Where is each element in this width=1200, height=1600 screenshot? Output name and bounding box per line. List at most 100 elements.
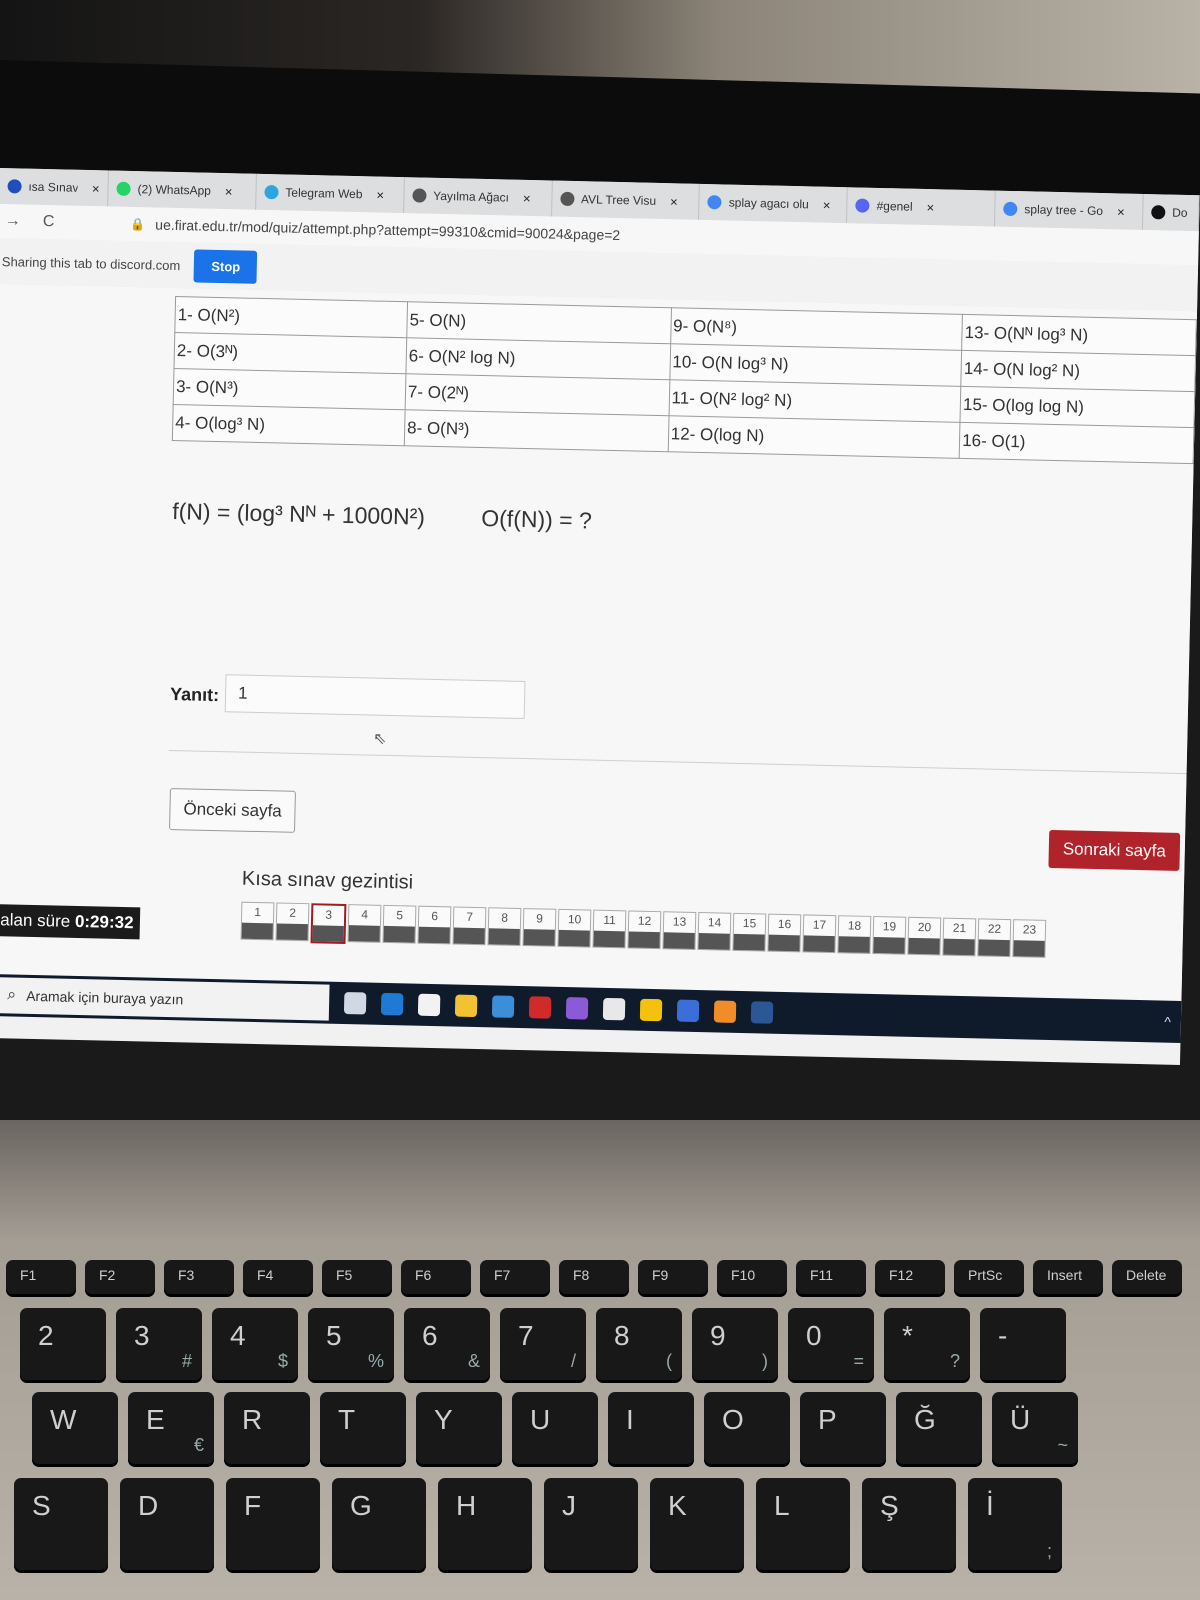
store-icon[interactable] bbox=[417, 993, 441, 1017]
key-3[interactable]: R bbox=[224, 1392, 310, 1464]
stop-sharing-button[interactable]: Stop bbox=[193, 248, 258, 284]
refresh-key[interactable]: F5 bbox=[322, 1260, 392, 1294]
browser-tab[interactable]: AVL Tree Visu × bbox=[551, 180, 701, 220]
word-icon[interactable] bbox=[750, 1001, 774, 1024]
chrome-icon[interactable] bbox=[639, 998, 663, 1022]
question-nav-button[interactable]: 4 bbox=[347, 904, 382, 943]
question-nav-button[interactable]: 11 bbox=[592, 909, 627, 949]
question-nav-button[interactable]: 15 bbox=[732, 912, 767, 952]
record-icon[interactable] bbox=[528, 996, 552, 1019]
question-nav-button[interactable]: 21 bbox=[942, 917, 977, 957]
reload-icon[interactable]: C bbox=[43, 213, 55, 231]
key-3[interactable]: F bbox=[226, 1478, 320, 1570]
key-7[interactable]: 8( bbox=[596, 1308, 682, 1380]
browser-tab[interactable]: Do bbox=[1142, 193, 1200, 232]
camera-key[interactable]: F8 bbox=[559, 1260, 629, 1294]
close-icon[interactable]: × bbox=[926, 200, 934, 215]
key-11[interactable]: - bbox=[980, 1308, 1066, 1380]
key-14[interactable]: Insert bbox=[1033, 1260, 1103, 1294]
key-5[interactable]: H bbox=[438, 1478, 532, 1570]
lock-key[interactable]: F9 bbox=[638, 1260, 708, 1294]
unity-icon[interactable] bbox=[602, 997, 626, 1021]
question-nav-button[interactable]: 17 bbox=[802, 914, 837, 954]
volume-down-key[interactable]: F2 bbox=[85, 1260, 155, 1294]
key-10[interactable]: *? bbox=[884, 1308, 970, 1380]
close-icon[interactable]: × bbox=[376, 187, 384, 202]
question-nav-button[interactable]: 9 bbox=[522, 908, 557, 947]
key-4[interactable]: G bbox=[332, 1478, 426, 1570]
question-nav-button[interactable]: 22 bbox=[977, 918, 1012, 958]
key-9[interactable]: 0 = bbox=[788, 1308, 874, 1380]
key-1[interactable]: W bbox=[32, 1392, 118, 1464]
key-15[interactable]: Delete bbox=[1112, 1260, 1182, 1294]
key-1[interactable]: S bbox=[14, 1478, 108, 1570]
question-nav-button[interactable]: 7 bbox=[452, 906, 487, 946]
browser-tab[interactable]: ısa Sınav × bbox=[0, 168, 109, 207]
key-7[interactable]: I bbox=[608, 1392, 694, 1464]
key-13[interactable]: PrtSc bbox=[954, 1260, 1024, 1294]
close-icon[interactable]: × bbox=[670, 194, 678, 209]
shield-icon[interactable] bbox=[713, 1000, 737, 1023]
browser-tab[interactable]: Yayılma Ağacı × bbox=[403, 177, 553, 217]
key-4[interactable]: T bbox=[320, 1392, 406, 1464]
question-nav-button[interactable]: 18 bbox=[837, 915, 872, 954]
chevron-up-icon[interactable]: ^ bbox=[1164, 1014, 1171, 1030]
previous-page-button[interactable]: Önceki sayfa bbox=[169, 788, 297, 833]
key-5[interactable]: Y bbox=[416, 1392, 502, 1464]
question-nav-button[interactable]: 23 bbox=[1012, 919, 1047, 958]
question-nav-button[interactable]: 20 bbox=[907, 916, 942, 956]
close-icon[interactable]: × bbox=[823, 197, 831, 212]
eclipse-icon[interactable] bbox=[676, 999, 700, 1023]
mic-off-key[interactable]: F4 bbox=[243, 1260, 313, 1294]
key-6[interactable]: U bbox=[512, 1392, 598, 1464]
key-6[interactable]: J bbox=[544, 1478, 638, 1570]
visual-studio-icon[interactable] bbox=[565, 997, 589, 1020]
key-8[interactable]: L bbox=[756, 1478, 850, 1570]
key-11[interactable]: Ü ~ bbox=[992, 1392, 1078, 1464]
key-9[interactable]: P bbox=[800, 1392, 886, 1464]
display-key[interactable]: F10 bbox=[717, 1260, 787, 1294]
key-7[interactable]: K bbox=[650, 1478, 744, 1570]
brightness-up-key[interactable]: F12 bbox=[875, 1260, 945, 1294]
key-2[interactable]: E € bbox=[128, 1392, 214, 1464]
question-nav-button[interactable]: 6 bbox=[417, 905, 452, 945]
url-text[interactable]: ue.firat.edu.tr/mod/quiz/attempt.php?att… bbox=[155, 217, 620, 244]
question-nav-button[interactable]: 14 bbox=[697, 912, 732, 951]
key-2[interactable]: D bbox=[120, 1478, 214, 1570]
key-2[interactable]: 3 # bbox=[116, 1308, 202, 1380]
key-8[interactable]: O bbox=[704, 1392, 790, 1464]
back-icon[interactable]: → bbox=[5, 212, 21, 230]
brightness-down-key[interactable]: F11 bbox=[796, 1260, 866, 1294]
key-6[interactable]: 7/ bbox=[500, 1308, 586, 1380]
question-nav-button[interactable]: 2 bbox=[275, 902, 310, 942]
task-view-icon[interactable] bbox=[343, 992, 367, 1015]
key-10[interactable]: İ; bbox=[968, 1478, 1062, 1570]
question-nav-button[interactable]: 16 bbox=[767, 913, 802, 953]
browser-tab[interactable]: splay agacı olu × bbox=[699, 183, 849, 224]
answer-input[interactable] bbox=[224, 674, 526, 720]
close-icon[interactable]: × bbox=[92, 181, 100, 196]
question-nav-button[interactable]: 12 bbox=[627, 910, 662, 950]
mute-key[interactable]: F1 bbox=[6, 1260, 76, 1294]
close-icon[interactable]: × bbox=[1117, 204, 1125, 219]
question-nav-button[interactable]: 10 bbox=[557, 908, 592, 948]
question-nav-button[interactable]: 5 bbox=[382, 904, 417, 944]
next-page-button[interactable]: Sonraki sayfa bbox=[1048, 829, 1181, 871]
browser-tab[interactable]: Telegram Web × bbox=[255, 173, 405, 214]
question-nav-button[interactable]: 19 bbox=[872, 916, 907, 955]
volume-up-key[interactable]: F3 bbox=[164, 1260, 234, 1294]
browser-tab[interactable]: (2) WhatsApp × bbox=[108, 170, 257, 210]
key-10[interactable]: Ğ bbox=[896, 1392, 982, 1464]
taskbar-search[interactable]: ⌕ Aramak için buraya yazın bbox=[0, 977, 330, 1021]
touchpad-key[interactable]: F6 bbox=[401, 1260, 471, 1294]
browser-tab[interactable]: splay tree - Go × bbox=[994, 190, 1144, 230]
browser-tab[interactable]: #genel × bbox=[847, 187, 996, 227]
key-4[interactable]: 5% bbox=[308, 1308, 394, 1380]
question-nav-button[interactable]: 8 bbox=[487, 907, 522, 947]
key-9[interactable]: Ş bbox=[862, 1478, 956, 1570]
mail-icon[interactable] bbox=[491, 995, 515, 1018]
question-nav-button[interactable]: 1 bbox=[240, 901, 275, 941]
close-icon[interactable]: × bbox=[225, 184, 233, 199]
key-5[interactable]: 6 & bbox=[404, 1308, 490, 1380]
edge-icon[interactable] bbox=[380, 992, 404, 1016]
